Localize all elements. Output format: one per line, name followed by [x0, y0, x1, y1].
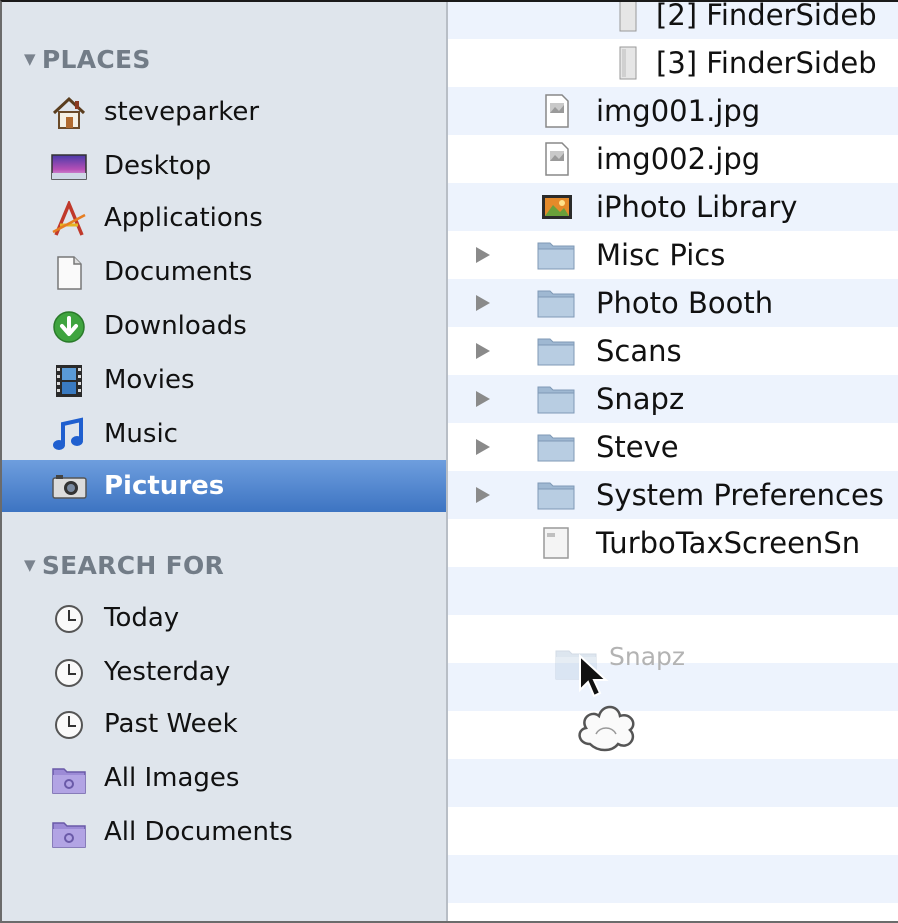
sidebar-item-label: steveparker	[104, 97, 260, 127]
sidebar-item-label: Downloads	[104, 311, 247, 341]
list-item-label: img002.jpg	[596, 142, 761, 176]
sidebar-item-yesterday[interactable]: Yesterday	[2, 646, 446, 698]
folder-icon	[537, 242, 575, 270]
poof-cloud-icon	[578, 705, 635, 752]
sidebar-item-music[interactable]: Music	[2, 408, 446, 460]
sidebar-item-today[interactable]: Today	[2, 592, 446, 644]
sidebar-item-documents[interactable]: Documents	[2, 246, 446, 298]
list-item[interactable]: iPhoto Library	[448, 183, 898, 231]
list-item[interactable]: TurboTaxScreenSn	[448, 519, 898, 567]
sidebar: ▼ PLACES steveparker Desktop Application…	[2, 2, 448, 921]
folder-icon	[537, 434, 575, 462]
places-header[interactable]: ▼ PLACES	[24, 44, 151, 74]
sidebar-item-pictures[interactable]: Pictures	[2, 460, 446, 512]
music-icon	[53, 417, 83, 450]
sidebar-item-label: Today	[104, 603, 180, 633]
downloads-icon	[53, 311, 85, 343]
folder-icon	[537, 482, 575, 510]
disclosure-down-icon[interactable]: ▼	[24, 50, 36, 68]
list-item[interactable]: [2] FinderSideb	[448, 2, 898, 39]
drag-ghost-label: Snapz	[609, 642, 686, 671]
search-for-header-label: SEARCH FOR	[41, 550, 225, 580]
list-item[interactable]: Photo Booth	[448, 279, 898, 327]
home-icon	[52, 96, 86, 129]
list-item-label: Snapz	[596, 382, 685, 416]
list-item-label: TurboTaxScreenSn	[596, 526, 861, 560]
sidebar-item-label: Past Week	[104, 709, 238, 739]
finder-window: ▼ PLACES steveparker Desktop Application…	[0, 0, 898, 923]
disclosure-triangle-icon[interactable]	[476, 391, 490, 407]
sidebar-item-label: Pictures	[104, 471, 225, 501]
sidebar-item-movies[interactable]: Movies	[2, 354, 446, 406]
list-item[interactable]: Steve	[448, 423, 898, 471]
list-item[interactable]: Scans	[448, 327, 898, 375]
list-item-label: Misc Pics	[596, 238, 726, 272]
disclosure-triangle-icon[interactable]	[476, 247, 490, 263]
drag-ghost: Snapz	[554, 640, 714, 752]
sidebar-item-label: Movies	[104, 365, 195, 395]
clock-icon	[55, 711, 83, 739]
image-file-icon	[545, 94, 569, 128]
sidebar-item-label: Documents	[104, 257, 253, 287]
sidebar-item-label: Applications	[104, 203, 263, 233]
list-item-label: System Preferences	[596, 478, 884, 512]
list-item[interactable]: System Preferences	[448, 471, 898, 519]
folder-icon	[537, 338, 575, 366]
disclosure-triangle-icon[interactable]	[476, 343, 490, 359]
list-item-label: Scans	[596, 334, 682, 368]
disclosure-triangle-icon[interactable]	[476, 487, 490, 503]
smart-folder-icon	[52, 822, 86, 848]
sidebar-item-steveparker[interactable]: steveparker	[2, 86, 446, 138]
file-icon	[619, 2, 637, 32]
list-item-label: Photo Booth	[596, 286, 774, 320]
folder-icon	[537, 290, 575, 318]
disclosure-down-icon[interactable]: ▼	[24, 556, 36, 574]
file-list[interactable]: [2] FinderSideb [3] FinderSideb img001.j…	[448, 2, 898, 921]
list-item-label: img001.jpg	[596, 94, 761, 128]
sidebar-item-label: All Images	[104, 763, 240, 793]
search-for-header[interactable]: ▼ SEARCH FOR	[24, 550, 224, 580]
applications-icon	[52, 201, 86, 236]
documents-icon	[57, 256, 82, 290]
places-header-label: PLACES	[41, 44, 151, 74]
list-item[interactable]: img001.jpg	[448, 87, 898, 135]
file-icon	[619, 46, 637, 80]
disclosure-triangle-icon[interactable]	[476, 439, 490, 455]
sidebar-item-downloads[interactable]: Downloads	[2, 300, 446, 352]
sidebar-item-label: Yesterday	[104, 657, 231, 687]
smart-folder-icon	[52, 768, 86, 794]
list-item-label: [2] FinderSideb	[656, 2, 877, 32]
list-item[interactable]: img002.jpg	[448, 135, 898, 183]
sidebar-item-applications[interactable]: Applications	[2, 192, 446, 244]
list-item[interactable]: Snapz	[448, 375, 898, 423]
list-item-label: [3] FinderSideb	[656, 46, 877, 80]
movies-icon	[56, 365, 82, 397]
sidebar-item-label: Desktop	[104, 151, 212, 181]
clock-icon	[55, 605, 83, 633]
sidebar-item-past-week[interactable]: Past Week	[2, 698, 446, 750]
sidebar-item-desktop[interactable]: Desktop	[2, 140, 446, 192]
list-item-label: Steve	[596, 430, 679, 464]
list-item[interactable]: [3] FinderSideb	[448, 39, 898, 87]
folder-icon	[537, 386, 575, 414]
cursor-arrow-icon	[579, 654, 609, 698]
sidebar-item-label: Music	[104, 419, 178, 449]
document-icon	[543, 527, 569, 559]
image-file-icon	[545, 142, 569, 176]
list-item[interactable]: Misc Pics	[448, 231, 898, 279]
sidebar-item-all-documents[interactable]: All Documents	[2, 806, 446, 858]
clock-icon	[55, 659, 83, 687]
sidebar-item-label: All Documents	[104, 817, 293, 847]
iphoto-icon	[542, 195, 572, 219]
sidebar-item-all-images[interactable]: All Images	[2, 752, 446, 804]
pictures-icon	[52, 475, 87, 499]
list-item-label: iPhoto Library	[596, 190, 798, 224]
disclosure-triangle-icon[interactable]	[476, 295, 490, 311]
desktop-icon	[51, 154, 87, 180]
